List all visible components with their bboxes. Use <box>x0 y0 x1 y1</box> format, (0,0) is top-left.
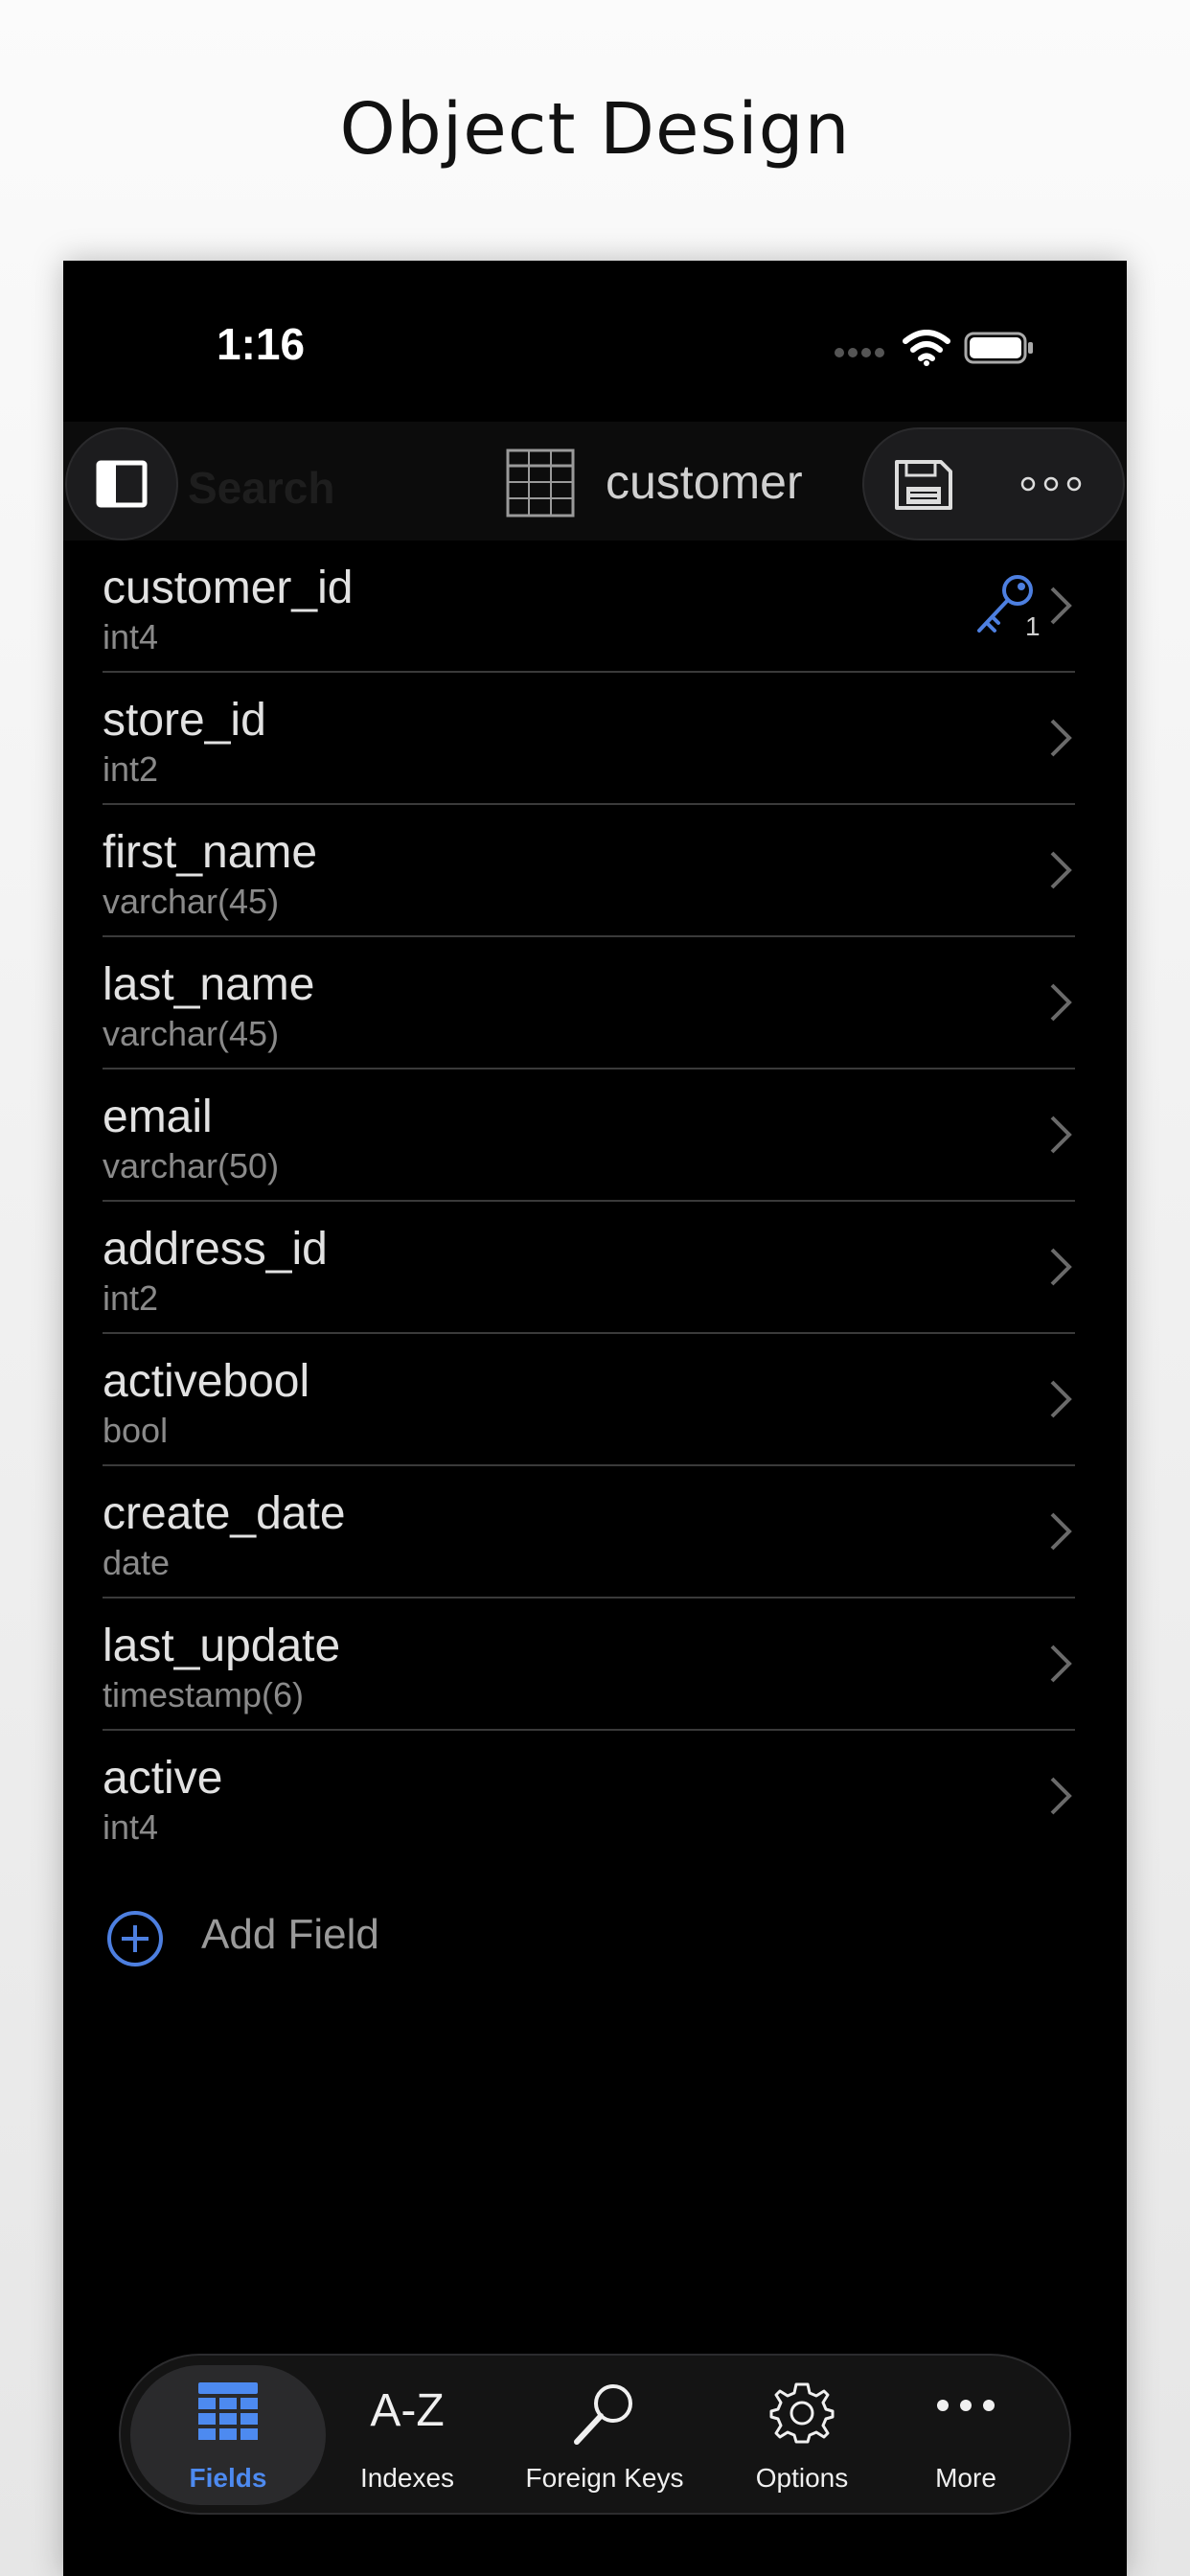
field-name: activebool <box>103 1356 310 1407</box>
search-field-ghost: Search <box>188 463 335 513</box>
field-type: int2 <box>103 1278 159 1318</box>
field-row[interactable]: activebool bool <box>63 1334 1127 1466</box>
battery-icon <box>964 332 1033 364</box>
sidebar-toggle-button[interactable] <box>65 427 178 540</box>
tab-foreign-keys[interactable]: Foreign Keys <box>489 2356 721 2513</box>
field-type: bool <box>103 1411 169 1450</box>
wifi-icon <box>903 330 950 366</box>
field-row[interactable]: last_name varchar(45) <box>63 937 1127 1070</box>
field-name: address_id <box>103 1224 328 1275</box>
tab-more-label: More <box>935 2463 996 2493</box>
page-headline: Object Design <box>339 88 851 171</box>
field-name: create_date <box>103 1488 346 1539</box>
chevron-right-icon <box>1050 1116 1072 1154</box>
cellular-signal-icon <box>835 348 884 357</box>
more-dots-icon <box>937 2400 995 2411</box>
field-type: int4 <box>103 617 159 656</box>
field-name: last_name <box>103 959 315 1010</box>
tab-fields[interactable]: Fields <box>130 2356 326 2513</box>
chevron-right-icon <box>1050 719 1072 757</box>
tab-options[interactable]: Options <box>721 2356 883 2513</box>
field-row[interactable]: email varchar(50) <box>63 1070 1127 1202</box>
fields-list: customer_id int4 1 store_id int2 first_n… <box>63 540 1127 1863</box>
field-type: date <box>103 1543 171 1582</box>
chevron-right-icon <box>1050 851 1072 889</box>
field-type: timestamp(6) <box>103 1675 305 1714</box>
field-type: varchar(45) <box>103 1014 280 1053</box>
tab-indexes-label: Indexes <box>359 2463 455 2493</box>
tab-options-label: Options <box>755 2463 849 2493</box>
field-type: varchar(50) <box>103 1146 280 1185</box>
field-row[interactable]: last_update timestamp(6) <box>63 1598 1127 1731</box>
field-row[interactable]: customer_id int4 1 <box>63 540 1127 673</box>
more-ellipsis-icon <box>1020 476 1082 492</box>
indexes-az-icon: A-Z <box>370 2385 445 2436</box>
table-title-text: customer <box>606 455 803 509</box>
chevron-right-icon <box>1050 1512 1072 1551</box>
tab-more[interactable]: More <box>883 2356 1048 2513</box>
primary-key-order: 1 <box>1025 611 1041 641</box>
field-row[interactable]: address_id int2 <box>63 1202 1127 1334</box>
tab-fields-label: Fields <box>189 2463 267 2493</box>
field-name: customer_id <box>103 563 354 613</box>
chevron-right-icon <box>1050 1248 1072 1286</box>
field-type: int2 <box>103 749 159 789</box>
foreign-key-search-icon <box>574 2384 632 2445</box>
chevron-right-icon <box>1050 1380 1072 1418</box>
field-type: int4 <box>103 1807 159 1847</box>
more-options-button[interactable] <box>1008 429 1123 539</box>
tab-foreign-keys-label: Foreign Keys <box>525 2463 684 2493</box>
field-name: store_id <box>103 695 266 746</box>
field-name: email <box>103 1092 213 1142</box>
chevron-right-icon <box>1050 586 1072 625</box>
field-name: active <box>103 1753 223 1804</box>
save-icon <box>895 460 952 510</box>
add-field-button[interactable]: Add Field <box>105 1899 584 1976</box>
field-row[interactable]: store_id int2 <box>63 673 1127 805</box>
toolbar-pill <box>862 427 1125 540</box>
chevron-right-icon <box>1050 1777 1072 1815</box>
table-grid-icon <box>506 448 575 518</box>
field-row[interactable]: create_date date <box>63 1466 1127 1598</box>
field-row[interactable]: active int4 <box>63 1731 1127 1863</box>
add-field-label: Add Field <box>201 1911 379 1958</box>
sidebar-toggle-icon <box>96 460 148 508</box>
bottom-tab-bar: Fields A-Z Indexes Foreign Keys Options <box>119 2354 1071 2515</box>
field-row[interactable]: first_name varchar(45) <box>63 805 1127 937</box>
tab-indexes[interactable]: A-Z Indexes <box>326 2356 489 2513</box>
field-name: last_update <box>103 1621 341 1671</box>
phone-screen: 1:16 Search customer customer_id int4 1 … <box>63 261 1127 2576</box>
field-type: varchar(45) <box>103 882 280 921</box>
chevron-right-icon <box>1050 1644 1072 1683</box>
status-time: 1:16 <box>217 319 306 369</box>
save-button[interactable] <box>883 429 989 539</box>
fields-grid-icon <box>198 2382 258 2440</box>
add-circle-icon <box>107 1911 163 1966</box>
options-gear-icon <box>769 2382 835 2444</box>
chevron-right-icon <box>1050 983 1072 1022</box>
field-name: first_name <box>103 827 318 878</box>
